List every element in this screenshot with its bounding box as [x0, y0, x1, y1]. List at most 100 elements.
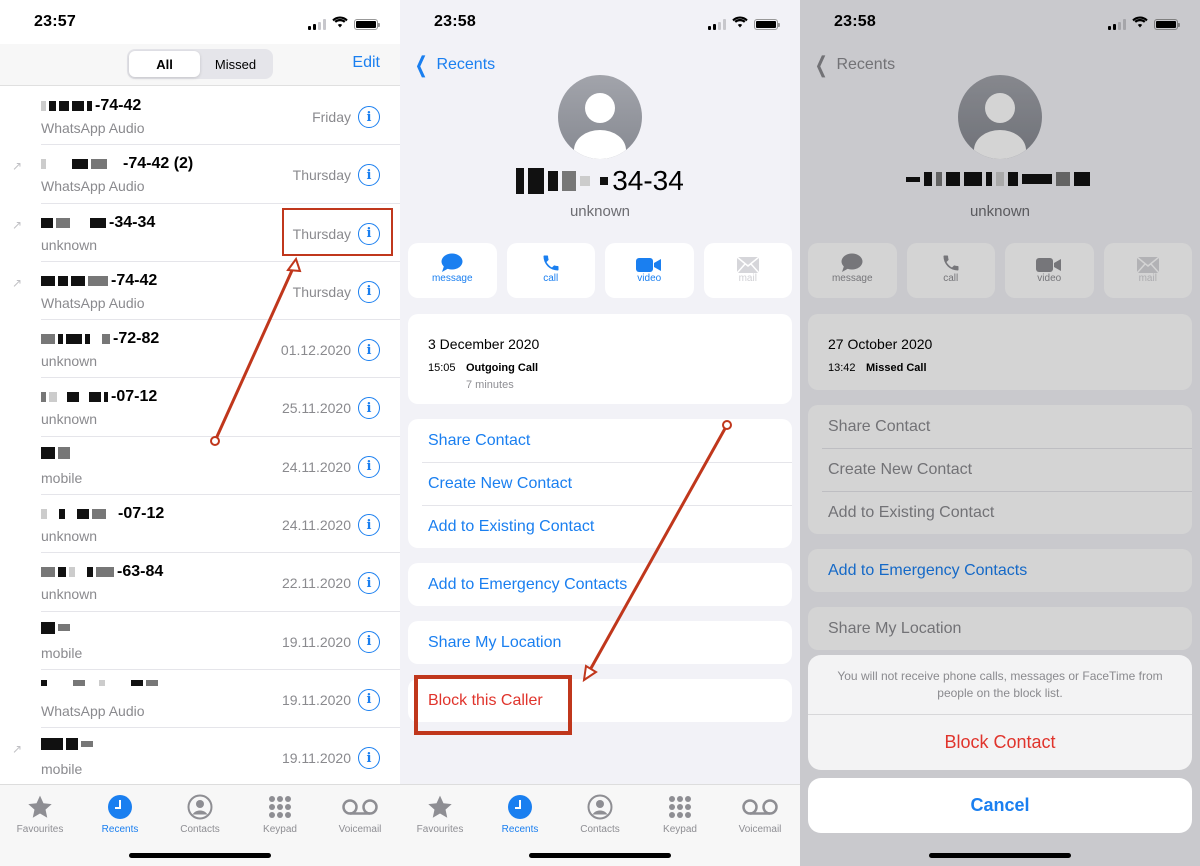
call-number — [41, 446, 73, 459]
create-new-contact-button[interactable]: Create New Contact — [408, 462, 792, 505]
info-icon[interactable]: i — [358, 630, 380, 653]
info-icon[interactable]: i — [358, 280, 380, 303]
status-time: 23:57 — [34, 13, 76, 30]
mail-icon — [1104, 243, 1193, 273]
call-type: unknown — [41, 353, 98, 370]
info-icon[interactable]: i — [358, 222, 380, 245]
call-row[interactable]: mobile 19.11.2020 i — [0, 612, 400, 671]
call-date: 19.11.2020 — [281, 750, 351, 767]
share-contact-button[interactable]: Share Contact — [808, 405, 1192, 448]
tab-favourites[interactable]: Favourites — [400, 793, 480, 835]
share-my-location-button[interactable]: Share My Location — [808, 607, 1192, 650]
call-row[interactable]: -74-42 WhatsApp Audio Friday i — [0, 87, 400, 146]
block-contact-button[interactable]: Block Contact — [808, 715, 1192, 770]
call-row[interactable]: mobile 24.11.2020 i — [0, 437, 400, 496]
call-row[interactable]: ↗︎ -74-42 (2) WhatsApp Audio Thursday i — [0, 145, 400, 204]
call-row[interactable]: -07-12 unknown 25.11.2020 i — [0, 378, 400, 438]
back-button[interactable]: ❮ Recents — [412, 54, 495, 76]
outgoing-call-icon: ↗︎ — [12, 159, 23, 174]
info-icon[interactable]: i — [358, 106, 380, 128]
call-row[interactable]: -72-82 unknown 01.12.2020 i — [0, 320, 400, 379]
tab-keypad[interactable]: Keypad — [240, 793, 320, 835]
add-to-emergency-contacts-button[interactable]: Add to Emergency Contacts — [408, 563, 792, 606]
star-icon — [0, 793, 80, 821]
status-bar: 23:58 — [800, 0, 1200, 44]
tab-voicemail[interactable]: Voicemail — [720, 793, 800, 835]
call-button[interactable]: call — [506, 243, 595, 298]
mail-icon — [704, 243, 793, 273]
call-row[interactable]: ↗︎ mobile 19.11.2020 i — [0, 728, 400, 787]
outgoing-call-icon: ↗︎ — [12, 275, 23, 290]
add-to-emergency-contacts-button[interactable]: Add to Emergency Contacts — [808, 549, 1192, 592]
call-row[interactable]: WhatsApp Audio 19.11.2020 i — [0, 670, 400, 729]
call-type: mobile — [41, 761, 83, 778]
mail-button[interactable]: mail — [1103, 243, 1193, 298]
edit-button[interactable]: Edit — [352, 54, 380, 72]
recents-screen: 23:57 All Missed Edit -74-42 WhatsApp Au… — [0, 0, 400, 866]
call-date: Thursday — [292, 225, 351, 242]
avatar — [558, 75, 642, 159]
quick-actions: message call video mail — [408, 243, 792, 298]
info-icon[interactable]: i — [358, 339, 380, 362]
create-new-contact-button[interactable]: Create New Contact — [808, 448, 1192, 491]
info-icon[interactable]: i — [358, 164, 380, 187]
segment-missed[interactable]: Missed — [200, 51, 271, 77]
contact-label: unknown — [569, 203, 631, 220]
add-to-existing-contact-button[interactable]: Add to Existing Contact — [408, 505, 792, 548]
clock-icon — [80, 793, 160, 821]
add-to-existing-contact-button[interactable]: Add to Existing Contact — [808, 491, 1192, 534]
call-button[interactable]: call — [906, 243, 996, 298]
call-history-card: 27 October 2020 13:42 Missed Call — [808, 314, 1192, 390]
share-my-location-button[interactable]: Share My Location — [408, 621, 792, 664]
outgoing-call-icon: ↗︎ — [12, 217, 23, 232]
call-row[interactable]: -07-12 unknown 24.11.2020 i — [0, 495, 400, 554]
call-number: -63-84 — [41, 563, 163, 581]
call-direction: Missed Call — [866, 362, 927, 374]
info-icon[interactable]: i — [358, 455, 380, 478]
call-number: -72-82 — [41, 330, 159, 348]
video-button[interactable]: video — [605, 243, 694, 298]
call-type: WhatsApp Audio — [41, 294, 145, 311]
video-button[interactable]: video — [1005, 243, 1094, 298]
block-this-caller-button[interactable]: Block this Caller — [408, 679, 792, 722]
call-number: -74-42 — [41, 272, 157, 290]
phone-icon — [907, 243, 996, 273]
chevron-left-icon: ❮ — [814, 52, 828, 77]
back-button[interactable]: ❮ Recents — [812, 54, 895, 76]
call-number: -07-12 — [41, 505, 164, 523]
info-icon[interactable]: i — [358, 397, 380, 420]
tab-bar: Favourites Recents Contacts Keypad Voice… — [0, 784, 400, 866]
tab-voicemail[interactable]: Voicemail — [320, 793, 400, 835]
tab-contacts[interactable]: Contacts — [160, 793, 240, 835]
location-card: Share My Location — [408, 621, 792, 664]
call-direction: Outgoing Call — [466, 362, 539, 374]
info-icon[interactable]: i — [358, 514, 380, 537]
call-row[interactable]: ↗︎ -74-42 WhatsApp Audio Thursday i — [0, 262, 400, 321]
tab-recents[interactable]: Recents — [80, 793, 160, 835]
info-icon[interactable]: i — [358, 688, 380, 711]
tab-contacts[interactable]: Contacts — [560, 793, 640, 835]
block-warning-message: You will not receive phone calls, messag… — [808, 655, 1192, 715]
message-button[interactable]: message — [408, 243, 497, 298]
info-icon[interactable]: i — [358, 747, 380, 770]
info-icon[interactable]: i — [358, 572, 380, 595]
message-icon — [808, 243, 897, 273]
wifi-icon — [732, 15, 748, 33]
emergency-card: Add to Emergency Contacts — [408, 563, 792, 606]
contact-number-redacted — [800, 172, 1200, 186]
call-detail-screen: 23:58 ❮ Recents 34-34 unknown message cal… — [400, 0, 800, 866]
tab-favourites[interactable]: Favourites — [0, 793, 80, 835]
call-duration: 7 minutes — [466, 379, 514, 391]
mail-button[interactable]: mail — [703, 243, 793, 298]
call-row[interactable]: -63-84 unknown 22.11.2020 i — [0, 553, 400, 612]
tab-recents[interactable]: Recents — [480, 793, 560, 835]
call-row-highlighted[interactable]: ↗︎ -34-34 unknown Thursday i — [0, 204, 400, 263]
cancel-button[interactable]: Cancel — [808, 778, 1192, 833]
message-button[interactable]: message — [808, 243, 897, 298]
share-contact-button[interactable]: Share Contact — [408, 419, 792, 462]
contact-number: 34-34 — [400, 165, 800, 197]
location-card: Share My Location — [808, 607, 1192, 650]
segment-all[interactable]: All — [129, 51, 200, 77]
call-list: -74-42 WhatsApp Audio Friday i ↗︎ -74-42… — [0, 87, 400, 787]
tab-keypad[interactable]: Keypad — [640, 793, 720, 835]
